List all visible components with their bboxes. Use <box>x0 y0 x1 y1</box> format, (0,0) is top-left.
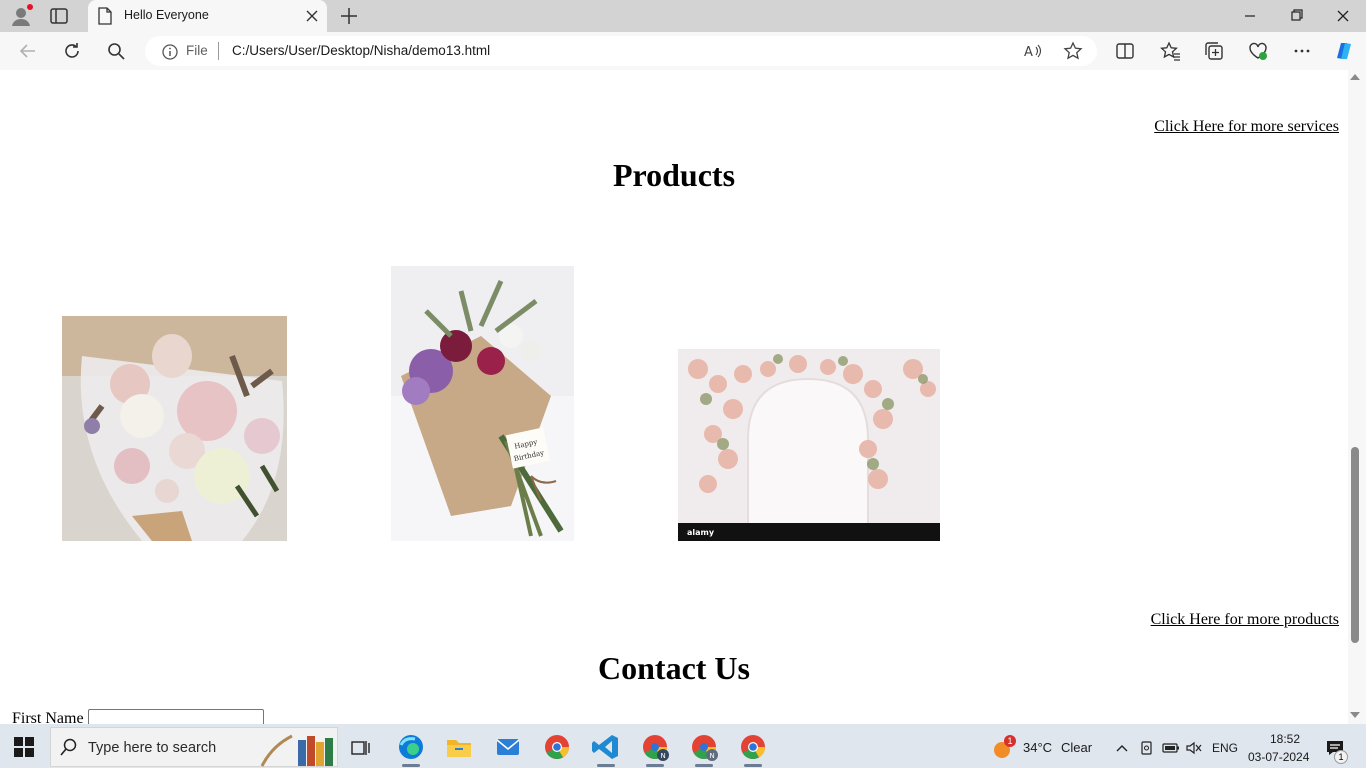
more-products-link[interactable]: Click Here for more products <box>1151 611 1339 629</box>
white-pink-bouquet-image <box>62 316 287 541</box>
weather-badge: 1 <box>1004 735 1016 747</box>
vscode-active-indicator <box>597 764 615 767</box>
address-separator <box>218 42 219 60</box>
restore-icon[interactable] <box>1280 6 1312 26</box>
page-viewport: Click Here for more services Products Ha… <box>0 70 1348 724</box>
profile-notification-dot <box>27 4 33 10</box>
tab-title: Hello Everyone <box>124 8 209 22</box>
happy-birthday-bouquet-image: Happy Birthday <box>391 266 574 541</box>
more-services-link[interactable]: Click Here for more services <box>1154 118 1339 136</box>
chrome2-active-indicator <box>744 764 762 767</box>
chrome-n-active-indicator <box>646 764 664 767</box>
weather-description[interactable]: Clear <box>1061 740 1092 755</box>
chrome-profile-n-icon[interactable]: N <box>637 729 673 765</box>
new-tab-icon[interactable] <box>338 5 360 27</box>
scrollbar-thumb[interactable] <box>1351 447 1359 643</box>
svg-text:N: N <box>661 752 666 760</box>
taskbar-search-placeholder: Type here to search <box>88 740 217 756</box>
copilot-icon[interactable] <box>1331 38 1357 64</box>
more-options-icon[interactable] <box>1291 40 1313 62</box>
favorite-star-icon[interactable] <box>1062 40 1084 62</box>
address-scheme-label: File <box>186 43 208 58</box>
chrome-icon[interactable] <box>539 729 575 765</box>
mail-icon[interactable] <box>490 729 526 765</box>
language-indicator[interactable]: ENG <box>1212 741 1238 755</box>
browser-essentials-icon[interactable] <box>1247 40 1269 62</box>
favorites-icon[interactable] <box>1159 40 1181 62</box>
clock-time[interactable]: 18:52 <box>1263 732 1307 746</box>
close-tab-icon[interactable] <box>302 6 322 26</box>
minimize-icon[interactable] <box>1234 6 1266 26</box>
chrome-icon-2[interactable] <box>735 729 771 765</box>
taskbar-search-icon <box>60 738 77 756</box>
task-view-icon[interactable] <box>350 738 370 758</box>
close-window-icon[interactable] <box>1327 6 1359 26</box>
vscode-icon[interactable] <box>588 729 624 765</box>
windows-start-icon[interactable] <box>14 737 34 757</box>
edge-taskbar-icon[interactable] <box>393 729 429 765</box>
clock-date[interactable]: 03-07-2024 <box>1248 750 1309 764</box>
split-screen-icon[interactable] <box>1114 40 1136 62</box>
scroll-up-arrow-icon[interactable] <box>1349 72 1361 82</box>
svg-text:N: N <box>710 752 715 760</box>
address-url[interactable]: C:/Users/User/Desktop/Nisha/demo13.html <box>232 43 490 58</box>
chrome-profile-n-icon-2[interactable]: N <box>686 729 722 765</box>
svg-text:A: A <box>1024 45 1033 60</box>
scroll-down-arrow-icon[interactable] <box>1349 710 1361 720</box>
search-highlight-books-icon <box>260 734 333 767</box>
page-icon <box>98 7 112 25</box>
tab-actions-icon[interactable] <box>50 8 68 24</box>
back-icon[interactable] <box>17 40 39 62</box>
file-explorer-icon[interactable] <box>441 729 477 765</box>
collections-icon[interactable] <box>1203 40 1225 62</box>
contact-heading: Contact Us <box>598 650 750 686</box>
floral-arch-image: alamy <box>678 349 940 541</box>
refresh-icon[interactable] <box>61 40 83 62</box>
first-name-input[interactable] <box>88 709 264 724</box>
products-heading: Products <box>612 157 736 193</box>
volume-muted-icon[interactable] <box>1185 740 1203 756</box>
read-aloud-icon[interactable]: A <box>1022 40 1044 62</box>
battery-icon[interactable] <box>1162 740 1180 756</box>
first-name-label: First Name <box>12 710 84 724</box>
info-icon[interactable] <box>161 43 179 61</box>
edge-active-indicator <box>402 764 420 767</box>
chrome-n2-active-indicator <box>695 764 713 767</box>
notification-count-badge: 1 <box>1334 750 1348 764</box>
meet-now-icon[interactable] <box>1139 740 1155 756</box>
weather-temperature[interactable]: 34°C <box>1023 740 1052 755</box>
show-hidden-icons-chevron-icon[interactable] <box>1114 740 1130 756</box>
alamy-watermark: alamy <box>687 528 715 537</box>
search-icon[interactable] <box>105 40 127 62</box>
